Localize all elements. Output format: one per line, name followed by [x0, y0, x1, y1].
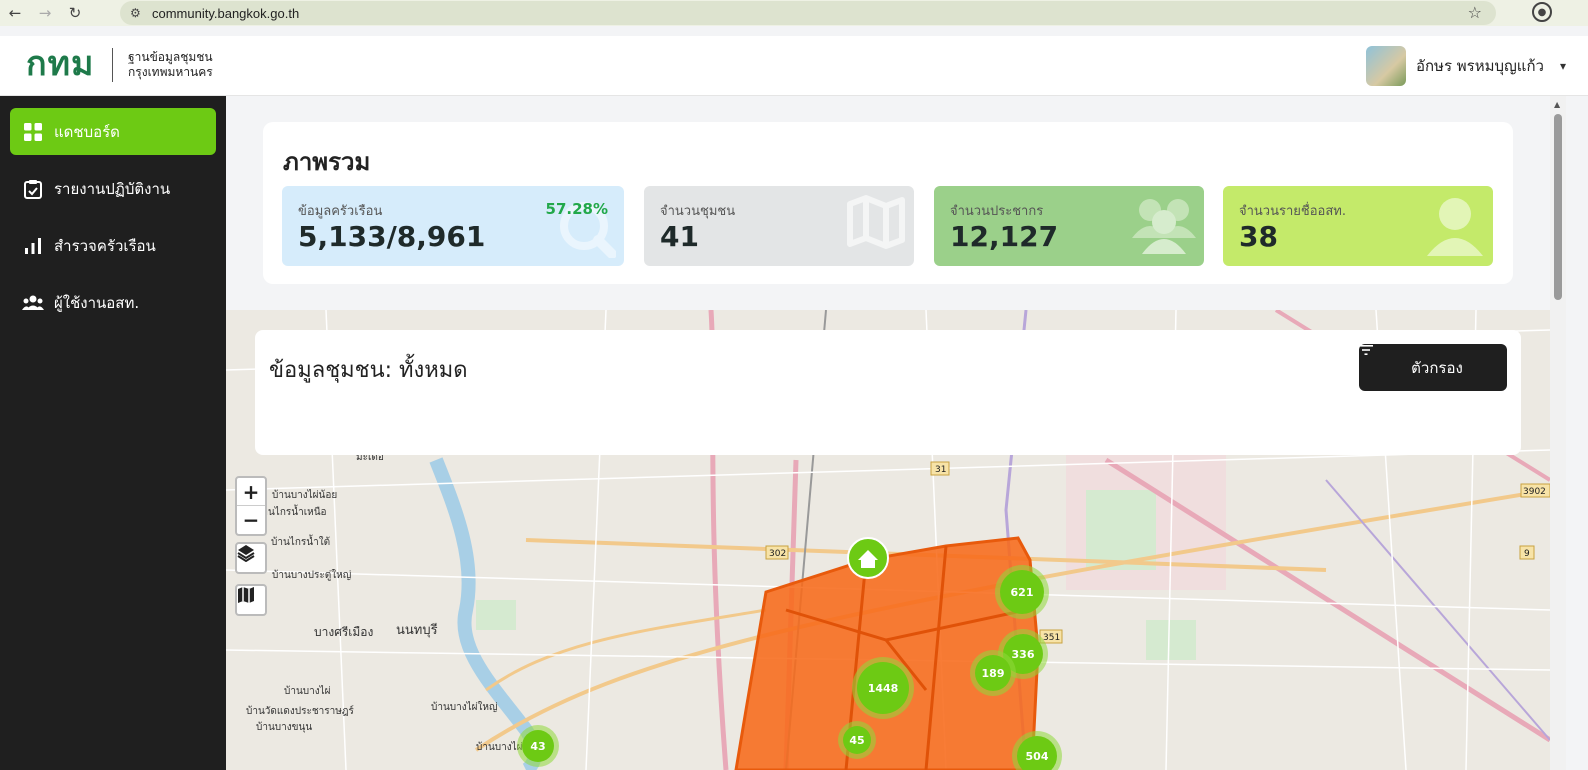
- user-menu[interactable]: อักษร พรหมบุญแก้ว ▾: [1365, 46, 1566, 86]
- card-communities: จำนวนชุมชน 41: [644, 186, 914, 266]
- road-number: 3902: [1523, 487, 1546, 497]
- app-header: กทม ฐานข้อมูลชุมชน กรุงเทพมหานคร อักษร พ…: [0, 36, 1588, 96]
- road-number: 302: [769, 549, 786, 559]
- road-number: 9: [1524, 549, 1530, 559]
- sidebar-item-label: สำรวจครัวเรือน: [54, 236, 156, 255]
- bookmark-star-icon[interactable]: ☆: [1468, 3, 1482, 22]
- cluster-marker[interactable]: 45: [838, 721, 876, 759]
- sidebar-item-label: ผู้ใช้งานอสท.: [54, 293, 140, 312]
- cluster-count: 45: [849, 734, 864, 747]
- bar-chart-icon: [22, 235, 44, 257]
- sidebar-item-work-report[interactable]: รายงานปฏิบัติงาน: [10, 165, 216, 212]
- zoom-in-button[interactable]: +: [237, 478, 265, 506]
- place-label: บ้านบางไผ่: [476, 741, 523, 753]
- map-icon: [846, 194, 906, 254]
- card-value: 41: [660, 220, 699, 253]
- avatar[interactable]: [1365, 46, 1406, 86]
- cluster-marker[interactable]: 189: [970, 650, 1016, 696]
- community-info-panel: ข้อมูลชุมชน: ทั้งหมด ตัวกรอง: [255, 330, 1521, 455]
- overview-panel: ภาพรวม ข้อมูลครัวเรือน 57.28% 5,133/8,96…: [263, 122, 1513, 284]
- bma-logo[interactable]: กทม: [26, 46, 94, 82]
- place-label: บ้านบางไผ่ใหญ่: [431, 701, 498, 713]
- card-percent: 57.28%: [545, 200, 608, 218]
- cluster-count: 504: [1026, 750, 1049, 763]
- logo-subtitle-line1: ฐานข้อมูลชุมชน: [128, 50, 213, 64]
- basemap-button[interactable]: [235, 584, 267, 616]
- place-label: บ้านบางไผ่: [284, 685, 331, 697]
- place-label: บ้านวัดแดงประชาราษฎร์: [246, 705, 355, 717]
- card-households: ข้อมูลครัวเรือน 57.28% 5,133/8,961: [282, 186, 624, 266]
- user-name[interactable]: อักษร พรหมบุญแก้ว: [1416, 54, 1544, 78]
- users-icon: [22, 292, 44, 314]
- filter-button[interactable]: ตัวกรอง: [1359, 344, 1507, 391]
- scroll-up-icon[interactable]: ▲: [1554, 100, 1560, 109]
- place-label: บ้านบางขนุน: [256, 721, 312, 733]
- card-osth-count: จำนวนรายชื่ออสท. 38: [1223, 186, 1493, 266]
- browser-toolbar: ← → ↻ ⚙ community.bangkok.go.th ☆ ●: [0, 0, 1588, 26]
- place-label: บางศรีเมือง: [314, 625, 373, 639]
- cluster-marker[interactable]: 621: [995, 565, 1049, 619]
- road-number: 351: [1043, 633, 1060, 643]
- place-label: บ้านไกรน้ำใต้: [271, 534, 330, 548]
- card-label: จำนวนรายชื่ออสท.: [1239, 204, 1346, 219]
- logo-subtitle: ฐานข้อมูลชุมชน กรุงเทพมหานคร: [128, 50, 213, 80]
- home-icon[interactable]: [847, 537, 889, 579]
- back-icon[interactable]: ←: [0, 0, 30, 26]
- cluster-count: 189: [982, 667, 1005, 680]
- address-bar[interactable]: ⚙ community.bangkok.go.th ☆: [120, 1, 1496, 25]
- group-icon: [1132, 194, 1196, 258]
- main-content: ภาพรวม ข้อมูลครัวเรือน 57.28% 5,133/8,96…: [226, 96, 1550, 770]
- sidebar-item-label: รายงานปฏิบัติงาน: [54, 179, 171, 198]
- card-label: ข้อมูลครัวเรือน: [298, 204, 383, 219]
- profile-icon[interactable]: ●: [1532, 2, 1552, 22]
- layers-button[interactable]: [235, 542, 267, 574]
- forward-icon[interactable]: →: [30, 0, 60, 26]
- url-text[interactable]: community.bangkok.go.th: [152, 6, 299, 21]
- cluster-count: 1448: [868, 682, 899, 695]
- sidebar-item-osth-users[interactable]: ผู้ใช้งานอสท.: [10, 279, 216, 326]
- community-title: ข้อมูลชุมชน: ทั้งหมด: [269, 358, 468, 383]
- zoom-out-button[interactable]: −: [237, 506, 265, 534]
- clipboard-check-icon: [22, 178, 44, 200]
- dashboard-icon: [22, 121, 44, 143]
- card-population: จำนวนประชากร 12,127: [934, 186, 1204, 266]
- person-icon: [1425, 194, 1485, 260]
- filter-label: ตัวกรอง: [1411, 358, 1463, 377]
- zoom-control: + −: [235, 476, 267, 536]
- community-map[interactable]: 31 302 351 3902 9 บ้านไกรน้ำเหนือ บ้านไก…: [226, 310, 1550, 770]
- chevron-down-icon[interactable]: ▾: [1560, 59, 1566, 73]
- scrollbar-thumb[interactable]: [1554, 114, 1562, 300]
- page-scrollbar[interactable]: ▲: [1550, 96, 1566, 770]
- cluster-count: 43: [530, 740, 545, 753]
- place-label: บ้านบางประตู่ใหญ่: [272, 569, 351, 581]
- sidebar-item-household-survey[interactable]: สำรวจครัวเรือน: [10, 222, 216, 269]
- card-label: จำนวนชุมชน: [660, 204, 736, 219]
- sidebar-item-label: แดชบอร์ด: [54, 122, 120, 141]
- card-value: 12,127: [950, 220, 1059, 253]
- sidebar: แดชบอร์ด รายงานปฏิบัติงาน สำรวจครัวเรือน…: [0, 96, 226, 770]
- logo-divider: [112, 48, 113, 82]
- sidebar-item-dashboard[interactable]: แดชบอร์ด: [10, 108, 216, 155]
- place-label: บ้านบางไผ่น้อย: [272, 489, 337, 501]
- cluster-marker[interactable]: 43: [517, 725, 559, 767]
- card-label: จำนวนประชากร: [950, 204, 1044, 219]
- site-settings-icon[interactable]: ⚙: [130, 6, 152, 20]
- reload-icon[interactable]: ↻: [60, 0, 90, 26]
- cluster-count: 621: [1011, 586, 1034, 599]
- card-value: 38: [1239, 220, 1278, 253]
- overview-title: ภาพรวม: [283, 148, 371, 176]
- cluster-marker[interactable]: 1448: [852, 657, 914, 719]
- place-label: นนทบุรี: [396, 622, 438, 638]
- road-number: 31: [935, 465, 946, 475]
- logo-subtitle-line2: กรุงเทพมหานคร: [128, 65, 213, 79]
- card-value: 5,133/8,961: [298, 220, 486, 253]
- cluster-count: 336: [1012, 648, 1035, 661]
